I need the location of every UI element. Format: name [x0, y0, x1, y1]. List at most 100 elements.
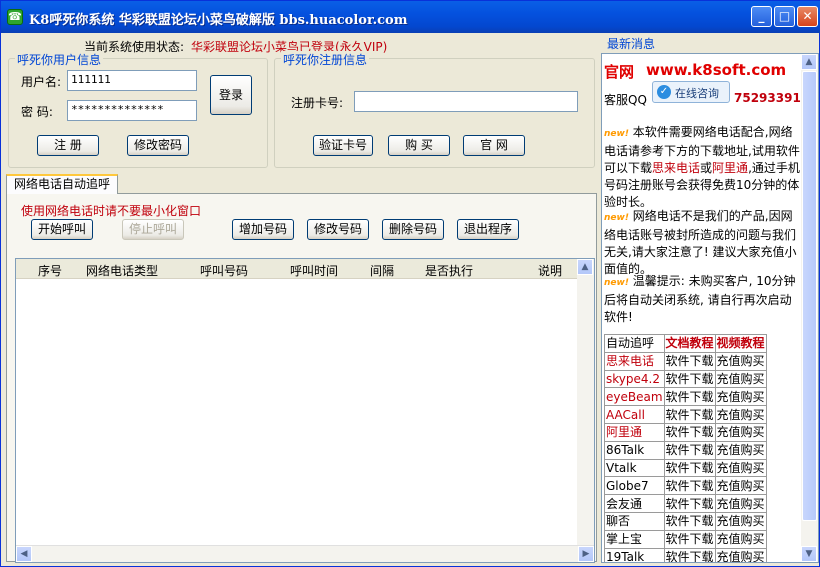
table-row: Globe7 软件下载 充值购买 [604, 476, 767, 496]
password-label: 密 码: [21, 105, 53, 119]
qq-label: 客服QQ [604, 93, 647, 107]
table-row: AACall 软件下载 充值购买 [604, 405, 767, 424]
exit-program-button[interactable]: 退出程序 [457, 219, 519, 240]
verify-card-button[interactable]: 验证卡号 [313, 135, 373, 156]
scroll-up-icon[interactable]: ▲ [801, 54, 817, 70]
news-content[interactable]: 官网 www.k8soft.com 客服QQ ✓ 在线咨询 75293391 n… [601, 53, 819, 563]
edit-number-button[interactable]: 修改号码 [307, 219, 369, 240]
scroll-up-icon[interactable]: ▲ [577, 259, 593, 275]
col-number[interactable]: 呼叫号码 [200, 262, 248, 279]
col-note[interactable]: 说明 [538, 262, 562, 279]
online-consult-button[interactable]: ✓ 在线咨询 [652, 81, 730, 103]
table-header-row: 自动追呼 文档教程 视频教程 [604, 334, 767, 353]
recharge-link[interactable]: 充值购买 [714, 440, 767, 460]
news-vertical-scrollbar[interactable]: ▲ ▼ [801, 54, 818, 562]
download-link[interactable]: 软件下载 [663, 547, 716, 562]
col-interval[interactable]: 间隔 [370, 262, 394, 279]
recharge-link[interactable]: 充值购买 [714, 547, 767, 562]
recharge-link[interactable]: 充值购买 [714, 351, 767, 371]
new-badge: new! [604, 213, 629, 223]
recharge-link[interactable]: 充值购买 [714, 511, 767, 531]
stop-call-button[interactable]: 停止呼叫 [122, 219, 184, 240]
close-button[interactable]: ✕ [797, 6, 818, 27]
minimize-button[interactable]: _ [751, 6, 772, 27]
news-panel: 最新消息 官网 www.k8soft.com 客服QQ ✓ 在线咨询 75293… [601, 37, 819, 563]
recharge-link[interactable]: 充值购买 [714, 476, 767, 496]
new-badge: new! [604, 129, 629, 139]
software-name: eyeBeam [604, 387, 665, 407]
software-name: 聊否 [604, 511, 665, 531]
download-link[interactable]: 软件下载 [663, 422, 716, 442]
maximize-button[interactable]: □ [774, 6, 795, 27]
username-label: 用户名: [21, 75, 62, 89]
list-horizontal-scrollbar[interactable]: ◀ ▶ [16, 545, 594, 562]
download-link[interactable]: 软件下载 [663, 369, 716, 389]
call-list[interactable]: 序号 网络电话类型 呼叫号码 呼叫时间 间隔 是否执行 说明 ▲ ◀ ▶ [15, 258, 595, 563]
download-link[interactable]: 软件下载 [663, 440, 716, 460]
main-window: ☎ K8呼死你系统 华彩联盟论坛小菜鸟破解版 bbs.huacolor.com … [0, 0, 820, 567]
col-time[interactable]: 呼叫时间 [290, 262, 338, 279]
chat-icon: ✓ [657, 85, 671, 99]
download-link[interactable]: 软件下载 [663, 494, 716, 513]
phone-icon: ☎ [7, 9, 23, 25]
col-index[interactable]: 序号 [38, 262, 62, 279]
window-title: K8呼死你系统 华彩联盟论坛小菜鸟破解版 bbs.huacolor.com [29, 13, 408, 28]
scroll-left-icon[interactable]: ◀ [16, 546, 32, 562]
list-vertical-scrollbar[interactable]: ▲ [577, 259, 594, 546]
user-info-title: 呼死你用户信息 [15, 51, 104, 68]
download-link[interactable]: 软件下载 [663, 529, 716, 549]
software-name: 阿里通 [604, 422, 665, 442]
table-row: 聊否 软件下载 充值购买 [604, 511, 767, 531]
scroll-thumb[interactable] [802, 71, 817, 521]
download-link[interactable]: 软件下载 [663, 351, 716, 371]
recharge-link[interactable]: 充值购买 [714, 458, 767, 478]
download-link[interactable]: 软件下载 [663, 387, 716, 407]
table-row: eyeBeam 软件下载 充值购买 [604, 387, 767, 407]
register-button[interactable]: 注 册 [37, 135, 99, 156]
scroll-right-icon[interactable]: ▶ [578, 546, 594, 562]
alitong-link[interactable]: 阿里通 [712, 161, 748, 175]
recharge-link[interactable]: 充值购买 [714, 405, 767, 424]
doc-tutorial-link[interactable]: 文档教程 [663, 334, 716, 353]
video-tutorial-link[interactable]: 视频教程 [714, 334, 767, 353]
register-info-title: 呼死你注册信息 [281, 51, 370, 68]
download-link[interactable]: 软件下载 [663, 405, 716, 424]
silai-link[interactable]: 思来电话 [652, 161, 700, 175]
site-url-link[interactable]: www.k8soft.com [646, 61, 786, 79]
table-row: 会友通 软件下载 充值购买 [604, 494, 767, 513]
table-row: 19Talk 软件下载 充值购买 [604, 547, 767, 562]
card-number-field[interactable] [354, 91, 578, 112]
software-name: 19Talk [604, 547, 665, 562]
login-button[interactable]: 登录 [210, 75, 252, 115]
download-link[interactable]: 软件下载 [663, 458, 716, 478]
download-link[interactable]: 软件下载 [663, 476, 716, 496]
download-link[interactable]: 软件下载 [663, 511, 716, 531]
title-bar[interactable]: ☎ K8呼死你系统 华彩联盟论坛小菜鸟破解版 bbs.huacolor.com … [1, 1, 820, 33]
scroll-down-icon[interactable]: ▼ [801, 546, 817, 562]
username-field[interactable]: 111111 [67, 70, 197, 91]
delete-number-button[interactable]: 删除号码 [382, 219, 444, 240]
buy-button[interactable]: 购 买 [388, 135, 450, 156]
recharge-link[interactable]: 充值购买 [714, 494, 767, 513]
col-phone-type[interactable]: 网络电话类型 [86, 262, 158, 279]
table-row: 阿里通 软件下载 充值购买 [604, 422, 767, 442]
col-execute[interactable]: 是否执行 [425, 262, 473, 279]
recharge-link[interactable]: 充值购买 [714, 422, 767, 442]
table-row: 86Talk 软件下载 充值购买 [604, 440, 767, 460]
recharge-link[interactable]: 充值购买 [714, 369, 767, 389]
news-title: 最新消息 [607, 37, 656, 51]
start-call-button[interactable]: 开始呼叫 [31, 219, 93, 240]
password-field[interactable]: ************** [67, 100, 197, 121]
official-site-button[interactable]: 官 网 [463, 135, 525, 156]
recharge-link[interactable]: 充值购买 [714, 387, 767, 407]
tab-auto-call[interactable]: 网络电话自动追呼 [6, 174, 118, 194]
table-row: skype4.2 软件下载 充值购买 [604, 369, 767, 389]
add-number-button[interactable]: 增加号码 [232, 219, 294, 240]
list-header: 序号 网络电话类型 呼叫号码 呼叫时间 间隔 是否执行 说明 [16, 259, 580, 279]
site-label: 官网 [604, 63, 635, 81]
news-item-2: new! 网络电话不是我们的产品,因网络电话账号被封所造成的问题与我们无关,请大… [604, 208, 802, 278]
change-password-button[interactable]: 修改密码 [127, 135, 189, 156]
recharge-link[interactable]: 充值购买 [714, 529, 767, 549]
auto-call-header: 自动追呼 [604, 334, 665, 353]
table-row: Vtalk 软件下载 充值购买 [604, 458, 767, 478]
